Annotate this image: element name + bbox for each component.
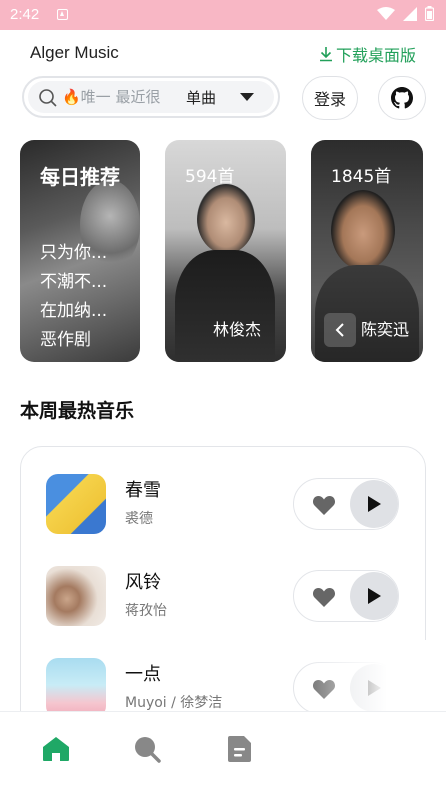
nav-home[interactable] bbox=[41, 734, 71, 764]
wifi-icon bbox=[377, 6, 395, 20]
notification-icon bbox=[57, 9, 68, 20]
song-actions bbox=[293, 662, 399, 714]
login-button[interactable]: 登录 bbox=[302, 76, 358, 120]
artist-card[interactable]: 594首 林俊杰 bbox=[165, 140, 286, 362]
song-artist: 蒋孜怡 bbox=[125, 603, 167, 619]
status-time: 2:42 bbox=[10, 6, 40, 23]
section-title: 本周最热音乐 bbox=[20, 400, 135, 422]
daily-song: 在加纳... bbox=[40, 301, 108, 321]
artist-song-count: 594首 bbox=[185, 167, 235, 187]
status-bar: 2:42 bbox=[0, 0, 446, 30]
daily-title: 每日推荐 bbox=[40, 165, 120, 189]
search-type-select[interactable]: 单曲 bbox=[186, 87, 216, 108]
search-input[interactable] bbox=[62, 85, 170, 109]
download-icon bbox=[319, 47, 332, 62]
play-icon bbox=[368, 588, 381, 604]
nav-list[interactable] bbox=[225, 734, 255, 764]
app-title: Alger Music bbox=[30, 43, 119, 62]
document-icon bbox=[228, 736, 251, 762]
song-cover bbox=[46, 566, 106, 626]
play-icon bbox=[368, 496, 381, 512]
search-icon bbox=[135, 737, 161, 763]
daily-song: 只为你... bbox=[40, 243, 108, 263]
recommend-carousel: 每日推荐 只为你... 不潮不... 在加纳... 恶作剧 594首 林俊杰 1… bbox=[0, 140, 446, 364]
artist-name: 陈奕迅 bbox=[361, 320, 410, 339]
song-name: 风铃 bbox=[125, 572, 161, 593]
daily-song: 不潮不... bbox=[40, 272, 108, 292]
song-name: 春雪 bbox=[125, 480, 161, 501]
song-cover bbox=[46, 474, 106, 534]
login-label: 登录 bbox=[313, 90, 346, 109]
song-artist: Muyoi / 徐梦洁 bbox=[125, 695, 223, 711]
download-desktop-link[interactable]: 下载桌面版 bbox=[319, 42, 416, 66]
github-button[interactable] bbox=[378, 76, 426, 120]
chevron-down-icon[interactable] bbox=[240, 93, 254, 101]
play-icon bbox=[368, 680, 381, 696]
bottom-nav bbox=[0, 711, 446, 792]
chevron-left-icon bbox=[335, 323, 344, 337]
nav-search[interactable] bbox=[132, 734, 162, 764]
signal-icon bbox=[403, 6, 417, 21]
artist-photo bbox=[197, 184, 255, 254]
heart-icon[interactable] bbox=[312, 586, 336, 608]
status-icons bbox=[377, 6, 434, 21]
battery-icon bbox=[425, 6, 434, 21]
song-row[interactable]: 一点 Muyoi / 徐梦洁 bbox=[46, 658, 426, 718]
play-button[interactable] bbox=[350, 572, 398, 620]
song-row[interactable]: 春雪 裘德 bbox=[46, 474, 426, 534]
song-actions bbox=[293, 570, 399, 622]
carousel-prev-button[interactable] bbox=[324, 313, 356, 347]
heart-icon[interactable] bbox=[312, 494, 336, 516]
heart-icon[interactable] bbox=[312, 678, 336, 700]
play-button[interactable] bbox=[350, 480, 398, 528]
song-cover bbox=[46, 658, 106, 718]
daily-song: 恶作剧 bbox=[40, 330, 91, 350]
search-bar: 单曲 bbox=[22, 76, 280, 118]
artist-photo bbox=[331, 190, 395, 270]
app-header: Alger Music 下载桌面版 bbox=[0, 30, 446, 70]
song-actions bbox=[293, 478, 399, 530]
artist-name: 林俊杰 bbox=[213, 320, 262, 339]
daily-song-list: 只为你... 不潮不... 在加纳... 恶作剧 bbox=[40, 239, 132, 355]
song-row[interactable]: 风铃 蒋孜怡 bbox=[46, 566, 426, 626]
song-name: 一点 bbox=[125, 664, 161, 685]
search-inner: 单曲 bbox=[28, 81, 274, 113]
artist-song-count: 1845首 bbox=[331, 167, 392, 187]
song-artist: 裘德 bbox=[125, 511, 153, 527]
artist-body bbox=[175, 250, 275, 362]
github-icon bbox=[391, 87, 413, 109]
play-button[interactable] bbox=[350, 664, 398, 712]
home-icon bbox=[43, 737, 69, 761]
search-icon bbox=[39, 89, 57, 107]
daily-recommend-card[interactable]: 每日推荐 只为你... 不潮不... 在加纳... 恶作剧 bbox=[20, 140, 140, 362]
download-label: 下载桌面版 bbox=[335, 46, 416, 65]
